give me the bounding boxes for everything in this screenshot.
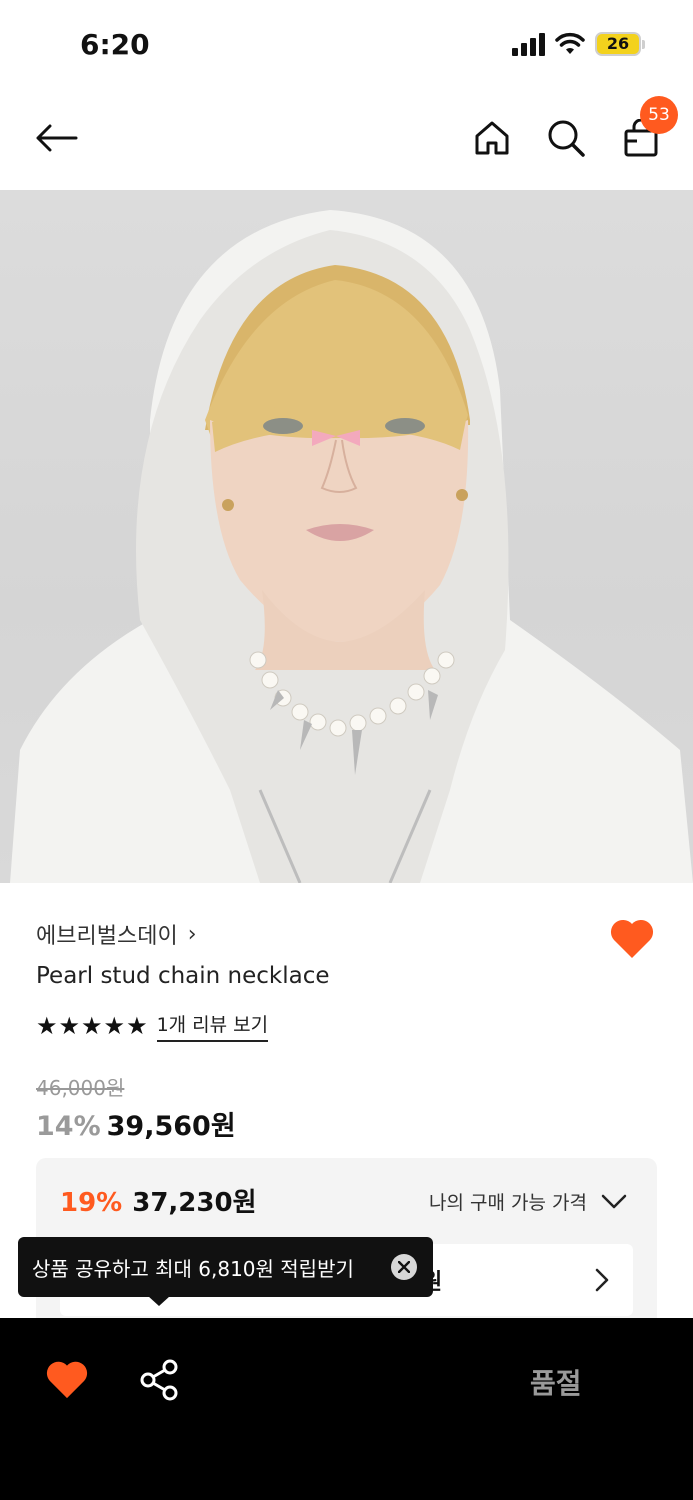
my-price-label: 나의 구매 가능 가격 [429, 1192, 587, 1214]
back-button[interactable] [32, 114, 80, 162]
discount-rate: 14% [36, 1111, 101, 1142]
star-icon: ★ [81, 1012, 102, 1040]
price-row: 14% 39,560원 [36, 1104, 236, 1143]
brand-link[interactable]: 에브리벌스데이 › [36, 918, 197, 950]
arrow-left-icon [36, 124, 78, 152]
battery-icon: 26 [595, 32, 645, 56]
wifi-icon [555, 32, 585, 54]
wishlist-button[interactable] [608, 916, 656, 964]
tooltip-close-button[interactable] [391, 1254, 417, 1280]
star-icon: ★ [36, 1012, 57, 1040]
review-link[interactable]: 1개 리뷰 보기 [156, 1010, 269, 1042]
soldout-label: 품절 [530, 1367, 582, 1400]
rating-row: ★ ★ ★ ★ ★ 1개 리뷰 보기 [36, 1010, 269, 1042]
battery-level: 26 [606, 34, 630, 53]
bottom-wishlist-button[interactable] [44, 1358, 92, 1402]
tooltip-arrow [148, 1296, 170, 1306]
my-price: 37,230원 [132, 1188, 257, 1218]
top-navigation [0, 90, 693, 190]
cart-count-badge: 53 [640, 96, 678, 134]
home-button[interactable] [468, 114, 516, 162]
chevron-down-icon [601, 1194, 627, 1208]
search-icon [548, 120, 585, 157]
share-icon [140, 1359, 178, 1401]
share-reward-tooltip: 상품 공유하고 최대 6,810원 적립받기 [18, 1237, 433, 1297]
star-icon: ★ [126, 1012, 147, 1040]
status-bar: 6:20 26 [0, 0, 693, 90]
star-icon: ★ [103, 1012, 125, 1040]
my-price-toggle[interactable]: 나의 구매 가능 가격 [429, 1188, 627, 1215]
tooltip-text: 상품 공유하고 최대 6,810원 적립받기 [32, 1256, 354, 1281]
bottom-action-bar: 품절 [0, 1318, 693, 1500]
status-time: 6:20 [80, 28, 150, 61]
heart-icon [610, 919, 654, 958]
cellular-signal-icon [512, 32, 545, 56]
home-icon [475, 121, 509, 155]
status-indicators: 26 [512, 32, 645, 56]
brand-name: 에브리벌스데이 [36, 924, 178, 949]
chevron-right-icon [595, 1268, 609, 1292]
product-image[interactable] [0, 190, 693, 883]
heart-icon [46, 1361, 88, 1399]
sale-price: 39,560원 [106, 1111, 236, 1142]
chevron-right-icon: › [187, 921, 197, 947]
star-rating: ★ ★ ★ ★ ★ [36, 1012, 148, 1040]
close-icon [398, 1261, 410, 1273]
original-price: 46,000원 [36, 1076, 125, 1100]
search-button[interactable] [542, 114, 590, 162]
star-icon: ★ [58, 1012, 80, 1040]
share-button[interactable] [138, 1358, 182, 1402]
my-discount-rate: 19% [60, 1188, 123, 1218]
my-price-summary: 19% 37,230원 [60, 1182, 257, 1219]
product-name: Pearl stud chain necklace [36, 963, 330, 989]
product-photo [10, 210, 693, 883]
